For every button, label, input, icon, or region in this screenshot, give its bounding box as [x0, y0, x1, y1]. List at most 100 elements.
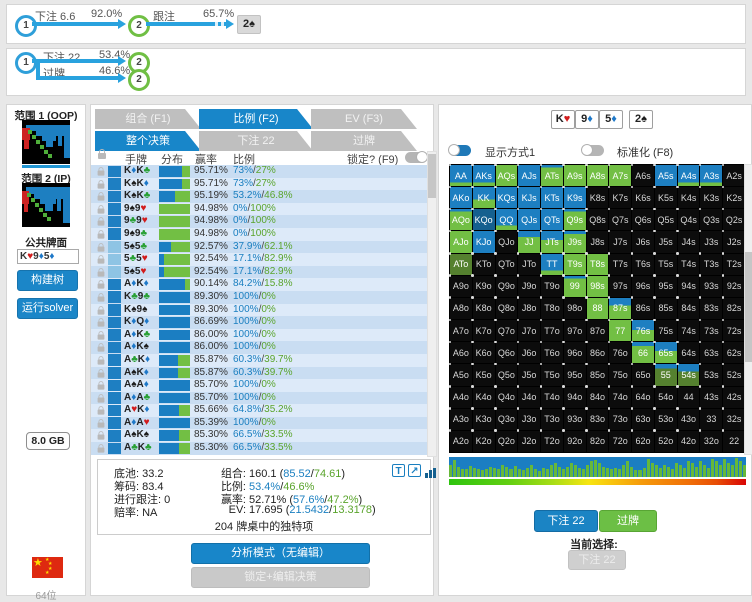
table-row[interactable]: A♠K♦85.87%60.3%/39.7% — [91, 367, 427, 380]
matrix-cell-97s[interactable]: 97s — [609, 276, 631, 297]
matrix-cell-J9s[interactable]: J9s — [564, 231, 586, 252]
board-input[interactable]: K♥9♦5♦ — [17, 249, 79, 264]
matrix-cell-K8o[interactable]: K8o — [473, 298, 495, 319]
table-row[interactable]: A♣K♦85.87%60.3%/39.7% — [91, 354, 427, 367]
matrix-cell-22[interactable]: 22 — [723, 431, 745, 452]
matrix-cell-A9o[interactable]: A9o — [450, 276, 472, 297]
matrix-cell-74s[interactable]: 74s — [678, 320, 700, 341]
matrix-cell-97o[interactable]: 97o — [564, 320, 586, 341]
matrix-cell-K9o[interactable]: K9o — [473, 276, 495, 297]
matrix-cell-T5o[interactable]: T5o — [541, 364, 563, 385]
bet-22-button[interactable]: 下注 22 — [534, 510, 598, 532]
matrix-cell-J4s[interactable]: J4s — [678, 231, 700, 252]
matrix-cell-T6o[interactable]: T6o — [541, 342, 563, 363]
matrix-cell-QJs[interactable]: QJs — [518, 209, 540, 230]
table-row[interactable]: A♦K♦90.14%84.2%/15.8% — [91, 278, 427, 291]
matrix-cell-98s[interactable]: 98s — [587, 276, 609, 297]
matrix-cell-98o[interactable]: 98o — [564, 298, 586, 319]
matrix-cell-99[interactable]: 99 — [564, 276, 586, 297]
table-scrollbar[interactable] — [427, 151, 437, 457]
matrix-cell-J2o[interactable]: J2o — [518, 431, 540, 452]
text-view-icon[interactable]: T — [392, 464, 405, 477]
matrix-cell-T9o[interactable]: T9o — [541, 276, 563, 297]
matrix-cell-J7s[interactable]: J7s — [609, 231, 631, 252]
matrix-cell-ATo[interactable]: ATo — [450, 254, 472, 275]
run-solver-button[interactable]: 运行solver — [17, 298, 78, 319]
matrix-cell-J3o[interactable]: J3o — [518, 409, 540, 430]
tree-node-1[interactable]: 1 — [15, 52, 37, 74]
matrix-cell-64s[interactable]: 64s — [678, 342, 700, 363]
panel-scrollbar-thumb[interactable] — [745, 252, 752, 362]
matrix-cell-J8s[interactable]: J8s — [587, 231, 609, 252]
table-row[interactable]: A♦A♣85.70%100%/0% — [91, 392, 427, 405]
matrix-cell-KTs[interactable]: KTs — [541, 187, 563, 208]
tab-bet-22[interactable]: 下注 22 — [199, 131, 313, 151]
matrix-cell-42s[interactable]: 42s — [723, 387, 745, 408]
matrix-cell-42o[interactable]: 42o — [678, 431, 700, 452]
memory-button[interactable]: 8.0 GB — [26, 432, 70, 450]
table-row[interactable]: 5♣5♥92.54%17.1%/82.9% — [91, 253, 427, 266]
matrix-cell-T5s[interactable]: T5s — [655, 254, 677, 275]
matrix-cell-K5s[interactable]: K5s — [655, 187, 677, 208]
matrix-cell-82s[interactable]: 82s — [723, 298, 745, 319]
matrix-cell-52o[interactable]: 52o — [655, 431, 677, 452]
matrix-cell-K5o[interactable]: K5o — [473, 364, 495, 385]
table-row[interactable]: K♠K♦95.71%73%/27% — [91, 178, 427, 191]
matrix-cell-A5o[interactable]: A5o — [450, 364, 472, 385]
matrix-cell-73s[interactable]: 73s — [700, 320, 722, 341]
matrix-cell-A8s[interactable]: A8s — [587, 165, 609, 186]
matrix-cell-J6o[interactable]: J6o — [518, 342, 540, 363]
matrix-cell-72s[interactable]: 72s — [723, 320, 745, 341]
matrix-cell-T2s[interactable]: T2s — [723, 254, 745, 275]
table-row[interactable]: A♦A♥85.39%100%/0% — [91, 417, 427, 430]
table-row[interactable]: A♠K♠85.30%66.5%/33.5% — [91, 429, 427, 442]
matrix-cell-63s[interactable]: 63s — [700, 342, 722, 363]
matrix-cell-K9s[interactable]: K9s — [564, 187, 586, 208]
matrix-cell-94s[interactable]: 94s — [678, 276, 700, 297]
matrix-cell-T7s[interactable]: T7s — [609, 254, 631, 275]
tab-whole-decision[interactable]: 整个决策 — [95, 131, 201, 151]
matrix-cell-33[interactable]: 33 — [700, 409, 722, 430]
matrix-cell-KQo[interactable]: KQo — [473, 209, 495, 230]
check-button[interactable]: 过牌 — [599, 510, 657, 532]
matrix-cell-A7o[interactable]: A7o — [450, 320, 472, 341]
matrix-cell-43o[interactable]: 43o — [678, 409, 700, 430]
table-row[interactable]: A♦K♣86.00%100%/0% — [91, 329, 427, 342]
table-row[interactable]: A♣K♣85.30%66.5%/33.5% — [91, 442, 427, 455]
matrix-cell-93o[interactable]: 93o — [564, 409, 586, 430]
lock-toggle[interactable] — [405, 152, 427, 163]
matrix-cell-A3s[interactable]: A3s — [700, 165, 722, 186]
matrix-cell-87o[interactable]: 87o — [587, 320, 609, 341]
matrix-cell-QJo[interactable]: QJo — [496, 231, 518, 252]
tab-ev-f3[interactable]: EV (F3) — [311, 109, 417, 129]
matrix-cell-Q8s[interactable]: Q8s — [587, 209, 609, 230]
matrix-cell-K3o[interactable]: K3o — [473, 409, 495, 430]
matrix-cell-Q9o[interactable]: Q9o — [496, 276, 518, 297]
matrix-cell-AKs[interactable]: AKs — [473, 165, 495, 186]
matrix-cell-86s[interactable]: 86s — [632, 298, 654, 319]
tree-node-2-check[interactable]: 2 — [128, 69, 150, 91]
matrix-cell-QTo[interactable]: QTo — [496, 254, 518, 275]
matrix-cell-K4o[interactable]: K4o — [473, 387, 495, 408]
matrix-cell-88[interactable]: 88 — [587, 298, 609, 319]
matrix-cell-AKo[interactable]: AKo — [450, 187, 472, 208]
matrix-cell-A4o[interactable]: A4o — [450, 387, 472, 408]
table-row[interactable]: K♠9♠89.30%100%/0% — [91, 304, 427, 317]
matrix-cell-Q2o[interactable]: Q2o — [496, 431, 518, 452]
matrix-cell-K6o[interactable]: K6o — [473, 342, 495, 363]
matrix-cell-Q4s[interactable]: Q4s — [678, 209, 700, 230]
matrix-cell-54s[interactable]: 54s — [678, 364, 700, 385]
matrix-cell-Q2s[interactable]: Q2s — [723, 209, 745, 230]
matrix-cell-K8s[interactable]: K8s — [587, 187, 609, 208]
matrix-cell-85o[interactable]: 85o — [587, 364, 609, 385]
matrix-cell-J3s[interactable]: J3s — [700, 231, 722, 252]
table-row[interactable]: A♦K♠86.00%100%/0% — [91, 341, 427, 354]
matrix-cell-66[interactable]: 66 — [632, 342, 654, 363]
normalize-toggle[interactable] — [582, 145, 604, 156]
matrix-cell-T8s[interactable]: T8s — [587, 254, 609, 275]
matrix-cell-T2o[interactable]: T2o — [541, 431, 563, 452]
matrix-cell-86o[interactable]: 86o — [587, 342, 609, 363]
build-tree-button[interactable]: 构建树 — [17, 270, 78, 291]
matrix-cell-A6o[interactable]: A6o — [450, 342, 472, 363]
matrix-cell-96s[interactable]: 96s — [632, 276, 654, 297]
